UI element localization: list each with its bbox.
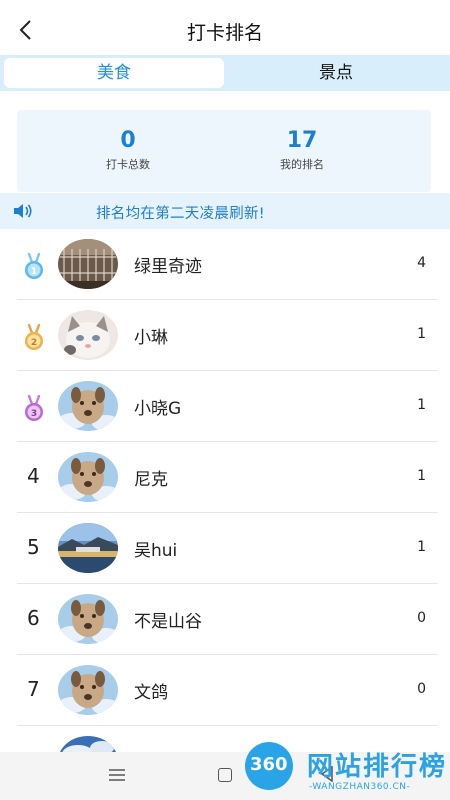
home-square-icon[interactable]: [218, 768, 232, 782]
list-item[interactable]: 5 吴hui 1: [0, 513, 450, 584]
user-name: 吴hui: [134, 541, 178, 561]
stat-value: 17: [286, 128, 318, 153]
avatar: [58, 452, 118, 502]
gold-medal-icon: 2: [25, 324, 43, 350]
checkin-count: 1: [417, 539, 426, 555]
stat-label: 打卡总数: [106, 158, 150, 171]
list-item[interactable]: 7 文鸽 0: [0, 655, 450, 726]
checkin-count: 1: [417, 397, 426, 413]
watermark-badge-text: 360: [250, 754, 288, 775]
user-name: 小琳: [134, 328, 168, 348]
page-title: 打卡排名: [186, 22, 263, 44]
checkin-count: 1: [417, 326, 426, 342]
stat-my-rank: 17 我的排名: [272, 128, 332, 172]
tab-food[interactable]: 美食: [4, 58, 224, 88]
avatar: [58, 594, 118, 644]
user-name: 小晓G: [134, 399, 182, 419]
rank-number: 6: [27, 606, 40, 630]
user-name: 文鸽: [134, 683, 168, 703]
list-item[interactable]: 1 绿里奇迹 4: [0, 229, 450, 300]
svg-text:1: 1: [31, 267, 37, 277]
avatar: [58, 523, 118, 573]
blue-medal-icon: 1: [25, 253, 43, 279]
purple-medal-icon: 3: [25, 395, 43, 421]
app-header: 打卡排名: [0, 0, 450, 56]
watermark-logo: 360 网站排行榜 -WANGZHAN360.CN-: [245, 738, 450, 800]
avatar: [58, 665, 118, 715]
watermark-subtitle: -WANGZHAN360.CN-: [309, 782, 411, 792]
avatar: [58, 310, 118, 360]
user-name: 尼克: [134, 470, 168, 490]
menu-icon[interactable]: [108, 768, 126, 782]
stats-card: 0 打卡总数 17 我的排名: [17, 110, 431, 192]
rank-number: 7: [27, 677, 40, 701]
svg-text:2: 2: [31, 338, 37, 348]
checkin-count: 0: [417, 610, 426, 626]
rank-number: 5: [27, 535, 40, 559]
tab-scenic[interactable]: 景点: [226, 58, 446, 88]
list-item[interactable]: 2 小琳 1: [0, 300, 450, 371]
list-item[interactable]: 3 小晓G 1: [0, 371, 450, 442]
list-item[interactable]: 4 尼克 1: [0, 442, 450, 513]
user-name: 绿里奇迹: [134, 257, 202, 277]
rank-number: 4: [27, 464, 40, 488]
speaker-icon: [14, 204, 32, 218]
stat-total-checkins: 0 打卡总数: [100, 128, 156, 172]
checkin-count: 0: [417, 681, 426, 697]
notice-bar: 排名均在第二天凌晨刷新!: [0, 193, 450, 229]
list-item[interactable]: 6 不是山谷 0: [0, 584, 450, 655]
notice-text: 排名均在第二天凌晨刷新!: [96, 206, 265, 222]
avatar: [58, 239, 118, 289]
watermark-title: 网站排行榜: [307, 752, 448, 782]
stat-label: 我的排名: [280, 158, 324, 171]
user-name: 不是山谷: [134, 612, 202, 632]
checkin-count: 4: [417, 255, 426, 271]
avatar: [58, 381, 118, 431]
checkin-count: 1: [417, 468, 426, 484]
stat-value: 0: [120, 128, 136, 153]
category-tabs: 美食 景点: [0, 55, 450, 91]
svg-text:3: 3: [31, 409, 37, 419]
